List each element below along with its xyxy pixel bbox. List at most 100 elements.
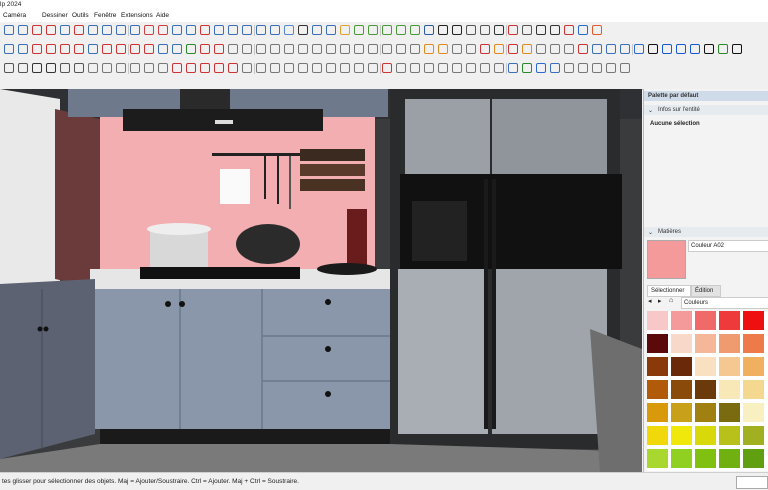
toolbar-tool-icon[interactable] [354, 63, 364, 73]
toolbar-tool-icon[interactable] [438, 63, 448, 73]
toolbar-tool-icon[interactable] [200, 63, 210, 73]
toolbar-tool-icon[interactable] [438, 44, 448, 54]
toolbar-tool-icon[interactable] [200, 25, 210, 35]
toolbar-tool-icon[interactable] [4, 63, 14, 73]
toolbar-tool-icon[interactable] [186, 44, 196, 54]
color-swatch[interactable] [671, 380, 692, 399]
toolbar-tool-icon[interactable] [354, 44, 364, 54]
toolbar-tool-icon[interactable] [732, 44, 742, 54]
toolbar-tool-icon[interactable] [508, 44, 518, 54]
toolbar-tool-icon[interactable] [648, 44, 658, 54]
color-swatch[interactable] [743, 334, 764, 353]
tab-edit[interactable]: Édition [691, 285, 721, 297]
toolbar-tool-icon[interactable] [102, 25, 112, 35]
menu-item[interactable]: Aide [156, 12, 169, 19]
toolbar-tool-icon[interactable] [32, 44, 42, 54]
color-swatch[interactable] [647, 357, 668, 376]
toolbar-tool-icon[interactable] [116, 63, 126, 73]
toolbar-tool-icon[interactable] [424, 63, 434, 73]
toolbar-tool-icon[interactable] [508, 63, 518, 73]
toolbar-tool-icon[interactable] [214, 44, 224, 54]
toolbar-tool-icon[interactable] [494, 25, 504, 35]
toolbar-tool-icon[interactable] [634, 44, 644, 54]
color-swatch[interactable] [743, 380, 764, 399]
toolbar-tool-icon[interactable] [298, 25, 308, 35]
toolbar-tool-icon[interactable] [424, 25, 434, 35]
color-swatch[interactable] [719, 357, 740, 376]
toolbar-tool-icon[interactable] [242, 25, 252, 35]
toolbar-tool-icon[interactable] [18, 25, 28, 35]
toolbar-tool-icon[interactable] [368, 25, 378, 35]
toolbar-tool-icon[interactable] [88, 63, 98, 73]
color-swatch[interactable] [719, 380, 740, 399]
toolbar-tool-icon[interactable] [382, 25, 392, 35]
color-swatch[interactable] [671, 334, 692, 353]
toolbar-tool-icon[interactable] [4, 25, 14, 35]
toolbar-tool-icon[interactable] [536, 25, 546, 35]
toolbar-tool-icon[interactable] [382, 63, 392, 73]
toolbar-tool-icon[interactable] [116, 25, 126, 35]
toolbar-tool-icon[interactable] [396, 44, 406, 54]
color-swatch[interactable] [695, 357, 716, 376]
toolbar-tool-icon[interactable] [466, 44, 476, 54]
toolbar-tool-icon[interactable] [522, 25, 532, 35]
toolbar-tool-icon[interactable] [186, 25, 196, 35]
toolbar-tool-icon[interactable] [354, 25, 364, 35]
toolbar-tool-icon[interactable] [550, 25, 560, 35]
toolbar-tool-icon[interactable] [550, 63, 560, 73]
toolbar-tool-icon[interactable] [200, 44, 210, 54]
toolbar-tool-icon[interactable] [662, 44, 672, 54]
toolbar-tool-icon[interactable] [312, 63, 322, 73]
toolbar-tool-icon[interactable] [564, 63, 574, 73]
toolbar-tool-icon[interactable] [606, 63, 616, 73]
toolbar-tool-icon[interactable] [46, 44, 56, 54]
toolbar-tool-icon[interactable] [578, 63, 588, 73]
toolbar-tool-icon[interactable] [326, 63, 336, 73]
toolbar-tool-icon[interactable] [116, 44, 126, 54]
toolbar-tool-icon[interactable] [144, 25, 154, 35]
toolbar-tool-icon[interactable] [452, 44, 462, 54]
color-swatch[interactable] [647, 380, 668, 399]
toolbar-tool-icon[interactable] [620, 44, 630, 54]
color-swatch[interactable] [743, 426, 764, 445]
toolbar-tool-icon[interactable] [4, 44, 14, 54]
color-swatch[interactable] [671, 403, 692, 422]
toolbar-tool-icon[interactable] [242, 44, 252, 54]
color-swatch[interactable] [719, 311, 740, 330]
toolbar-tool-icon[interactable] [592, 25, 602, 35]
color-swatch[interactable] [743, 311, 764, 330]
toolbar-tool-icon[interactable] [536, 44, 546, 54]
color-swatch[interactable] [647, 403, 668, 422]
toolbar-tool-icon[interactable] [256, 63, 266, 73]
toolbar-tool-icon[interactable] [284, 44, 294, 54]
toolbar-tool-icon[interactable] [326, 25, 336, 35]
toolbar-tool-icon[interactable] [466, 63, 476, 73]
toolbar-tool-icon[interactable] [368, 44, 378, 54]
toolbar-tool-icon[interactable] [256, 44, 266, 54]
color-swatch[interactable] [647, 334, 668, 353]
tab-select[interactable]: Sélectionner [647, 285, 691, 297]
color-swatch[interactable] [743, 449, 764, 468]
toolbar-tool-icon[interactable] [564, 25, 574, 35]
toolbar-tool-icon[interactable] [18, 63, 28, 73]
toolbar-tool-icon[interactable] [312, 44, 322, 54]
toolbar-tool-icon[interactable] [32, 25, 42, 35]
toolbar-tool-icon[interactable] [270, 25, 280, 35]
toolbar-tool-icon[interactable] [228, 25, 238, 35]
forward-arrow-icon[interactable]: ▸ [658, 297, 662, 305]
toolbar-tool-icon[interactable] [396, 63, 406, 73]
toolbar-tool-icon[interactable] [312, 25, 322, 35]
toolbar-tool-icon[interactable] [676, 44, 686, 54]
toolbar-tool-icon[interactable] [396, 25, 406, 35]
toolbar-tool-icon[interactable] [256, 25, 266, 35]
color-swatch[interactable] [647, 311, 668, 330]
toolbar-tool-icon[interactable] [690, 44, 700, 54]
toolbar-tool-icon[interactable] [298, 44, 308, 54]
toolbar-tool-icon[interactable] [592, 44, 602, 54]
color-swatch[interactable] [719, 334, 740, 353]
toolbar-tool-icon[interactable] [130, 44, 140, 54]
toolbar-tool-icon[interactable] [130, 25, 140, 35]
color-swatch[interactable] [695, 334, 716, 353]
toolbar-tool-icon[interactable] [326, 44, 336, 54]
toolbar-tool-icon[interactable] [494, 44, 504, 54]
